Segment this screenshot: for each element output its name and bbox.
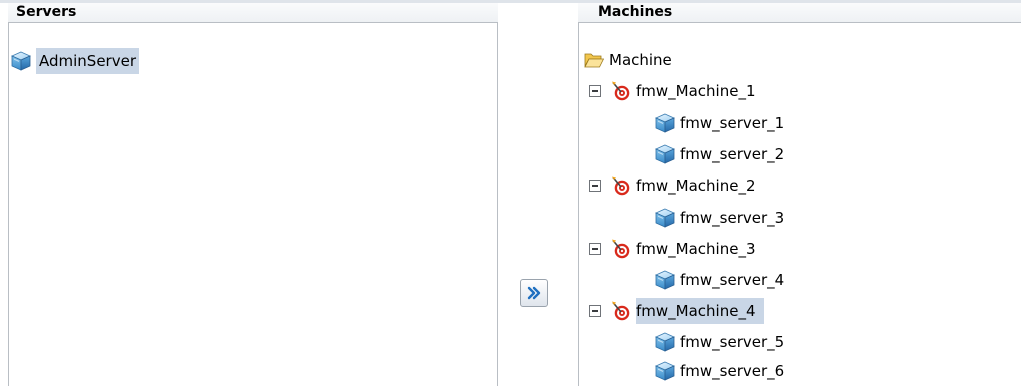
machine-label: fmw_Machine_4 [636,298,764,324]
machines-header: Machines [578,3,1021,22]
machine-label: fmw_Machine_1 [636,82,756,100]
server-label: fmw_server_4 [680,271,785,289]
tree-node-fmw-machine-1[interactable]: fmw_Machine_1 [589,77,759,105]
tree-leaf-fmw-server-1[interactable]: fmw_server_1 [655,109,787,137]
servers-header: Servers [8,3,498,22]
server-icon [655,361,675,381]
move-to-machine-button[interactable] [520,279,548,307]
machine-target-icon [611,176,631,196]
tree-node-fmw-machine-4[interactable]: fmw_Machine_4 [589,297,764,325]
machine-target-icon [611,301,631,321]
server-label: fmw_server_2 [680,145,785,163]
machine-target-icon [611,239,631,259]
tree-node-fmw-machine-2[interactable]: fmw_Machine_2 [589,172,759,200]
collapse-toggle[interactable] [589,180,601,192]
server-label: fmw_server_5 [680,333,785,351]
collapse-toggle[interactable] [589,305,601,317]
server-label: fmw_server_3 [680,209,785,227]
tree-leaf-fmw-server-4[interactable]: fmw_server_4 [655,266,787,294]
tree-leaf-fmw-server-3[interactable]: fmw_server_3 [655,204,787,232]
server-icon [655,332,675,352]
server-icon [655,208,675,228]
server-label: fmw_server_1 [680,114,785,132]
tree-leaf-fmw-server-5[interactable]: fmw_server_5 [655,328,787,356]
server-icon [655,113,675,133]
tree-leaf-fmw-server-2[interactable]: fmw_server_2 [655,140,787,168]
server-icon [11,51,31,71]
machine-label: fmw_Machine_2 [636,177,756,195]
server-label: fmw_server_6 [680,362,785,380]
collapse-toggle[interactable] [589,243,601,255]
folder-open-icon [584,50,604,70]
server-item-adminserver[interactable]: AdminServer [11,47,139,75]
collapse-toggle[interactable] [589,85,601,97]
machine-target-icon [611,81,631,101]
server-icon [655,144,675,164]
double-right-arrow-icon [526,285,542,301]
server-item-label: AdminServer [36,48,139,74]
servers-list[interactable] [8,22,498,386]
machine-label: fmw_Machine_3 [636,240,756,258]
tree-node-fmw-machine-3[interactable]: fmw_Machine_3 [589,235,759,263]
tree-leaf-fmw-server-6[interactable]: fmw_server_6 [655,357,787,385]
tree-root-machine[interactable]: Machine [584,46,675,74]
tree-root-label: Machine [609,51,672,69]
server-icon [655,270,675,290]
